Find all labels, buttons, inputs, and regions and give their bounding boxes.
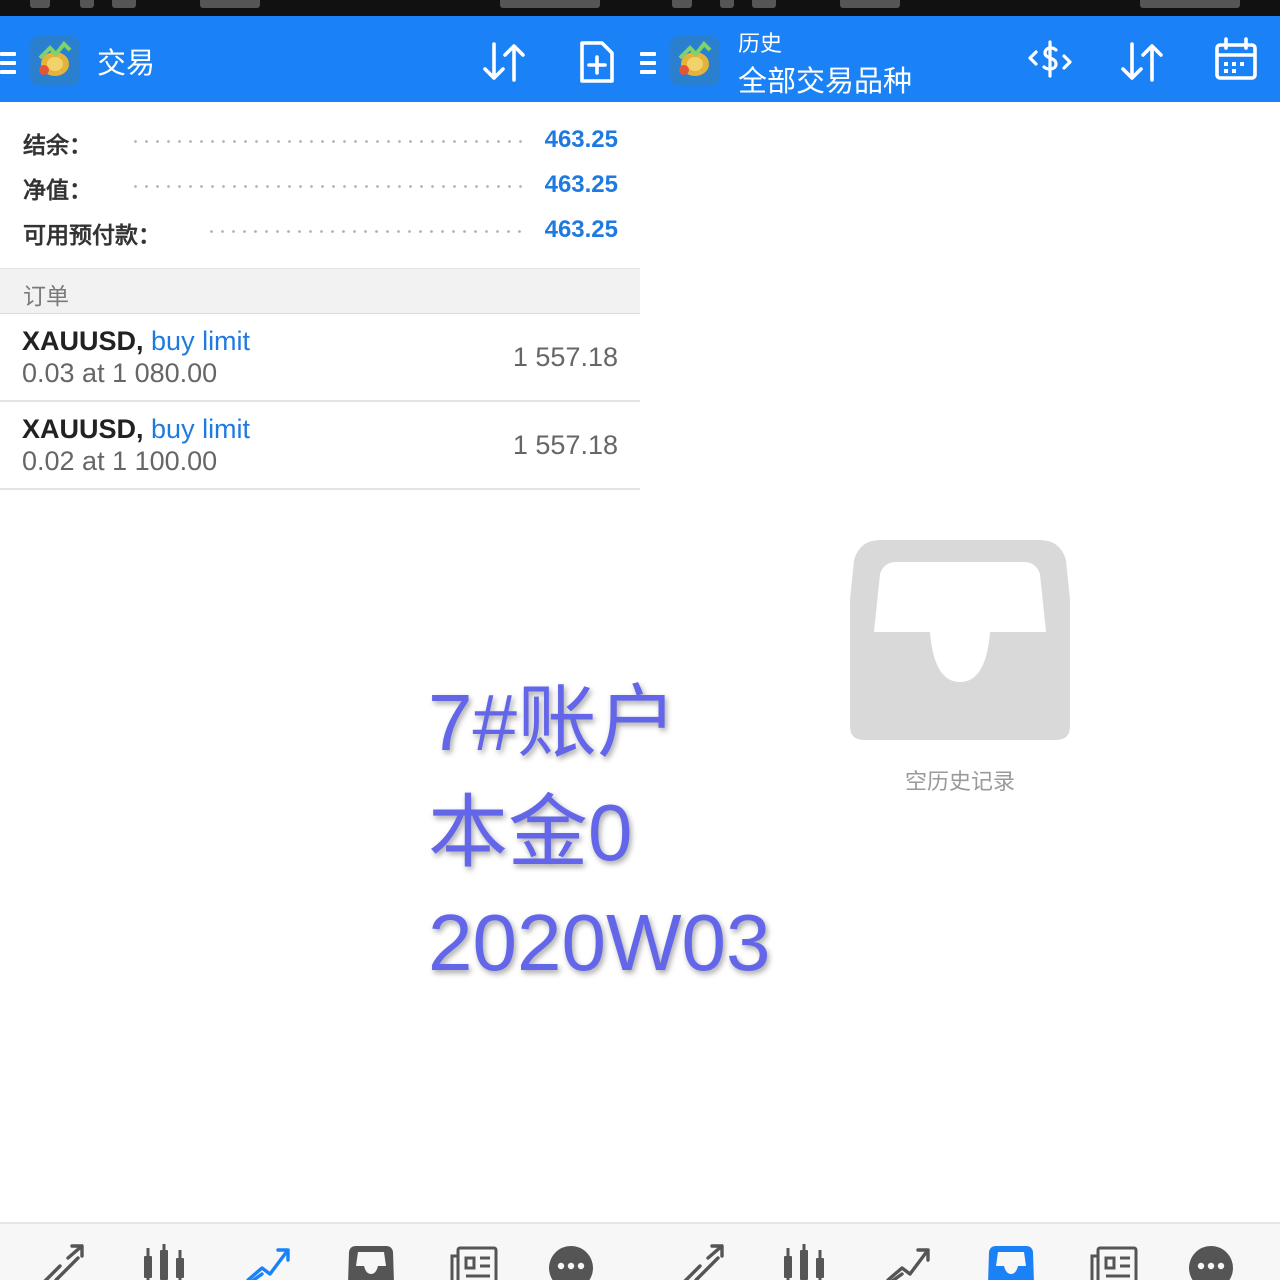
free-margin-row: 可用预付款： 463.25: [0, 210, 640, 250]
account-summary: 结余： 463.25 净值： 463.25 可用预付款： 463.25: [0, 102, 640, 268]
order-type: buy limit: [151, 414, 251, 444]
status-indicator: [840, 0, 900, 8]
bottom-navigation: [0, 1222, 1280, 1280]
status-indicator: [200, 0, 260, 8]
equity-value: 463.25: [544, 171, 618, 198]
overlay-principal-label: 本金0: [428, 788, 633, 877]
menu-icon[interactable]: [640, 52, 656, 78]
status-indicator: [752, 0, 776, 8]
metatrader-logo: [30, 36, 80, 86]
order-row[interactable]: XAUUSD, buy limit 0.03 at 1 080.00 1 557…: [0, 314, 640, 402]
order-details: 0.03 at 1 080.00: [22, 358, 218, 388]
watermark-overlay: 7#账户 本金0 2020W03: [428, 668, 848, 998]
history-icon[interactable]: [346, 1244, 396, 1280]
order-type: buy limit: [151, 326, 251, 356]
order-title: XAUUSD, buy limit: [22, 326, 250, 357]
order-symbol: XAUUSD,: [22, 326, 144, 356]
order-title: XAUUSD, buy limit: [22, 414, 250, 445]
sort-icon[interactable]: [478, 36, 530, 88]
free-margin-label: 可用预付款：: [23, 223, 161, 249]
page-title: 历史: [738, 32, 783, 57]
history-app-bar: 历史 全部交易品种: [640, 16, 1280, 102]
orders-header-label: 订单: [23, 284, 69, 310]
overlay-account-label: 7#账户: [428, 678, 677, 767]
dot-leader: [130, 140, 528, 143]
order-details: 0.02 at 1 100.00: [22, 446, 218, 476]
dot-leader: [206, 230, 528, 233]
sort-icon[interactable]: [1116, 36, 1168, 88]
chart-icon[interactable]: [780, 1244, 830, 1280]
trade-icon[interactable]: [244, 1244, 294, 1280]
news-icon[interactable]: [1090, 1244, 1140, 1280]
equity-row: 净值： 463.25: [0, 165, 640, 205]
status-indicator: [112, 0, 136, 8]
menu-icon[interactable]: [0, 52, 16, 78]
messages-icon[interactable]: [1186, 1244, 1236, 1280]
empty-history-label: 空历史记录: [904, 770, 1015, 795]
messages-icon[interactable]: [546, 1244, 596, 1280]
balance-value: 463.25: [544, 126, 618, 153]
metatrader-logo: [670, 36, 720, 86]
status-indicator: [80, 0, 94, 8]
dot-leader: [130, 185, 528, 188]
page-title: 交易: [97, 46, 156, 80]
trade-app-bar: 交易: [0, 16, 640, 102]
quotes-icon[interactable]: [38, 1244, 88, 1280]
empty-inbox-icon: [850, 540, 1070, 740]
trade-icon[interactable]: [884, 1244, 934, 1280]
balance-label: 结余：: [23, 133, 92, 159]
news-icon[interactable]: [450, 1244, 500, 1280]
equity-label: 净值：: [23, 178, 92, 204]
status-indicator: [30, 0, 50, 8]
history-icon[interactable]: [986, 1244, 1036, 1280]
order-current-price: 1 557.18: [512, 342, 618, 372]
chart-icon[interactable]: [140, 1244, 190, 1280]
status-indicator: [720, 0, 734, 8]
quotes-icon[interactable]: [678, 1244, 728, 1280]
overlay-week-label: 2020W03: [428, 898, 771, 987]
free-margin-value: 463.25: [544, 216, 618, 243]
calendar-icon[interactable]: [1210, 34, 1262, 86]
new-order-icon[interactable]: [570, 36, 622, 88]
order-current-price: 1 557.18: [512, 430, 618, 460]
order-symbol: XAUUSD,: [22, 414, 144, 444]
symbol-filter-label[interactable]: 全部交易品种: [738, 58, 912, 100]
status-bar: [0, 0, 1280, 16]
order-row[interactable]: XAUUSD, buy limit 0.02 at 1 100.00 1 557…: [0, 402, 640, 490]
currency-exchange-icon[interactable]: [1024, 34, 1076, 86]
balance-row: 结余： 463.25: [0, 120, 640, 160]
orders-section-header: 订单: [0, 268, 640, 314]
status-indicator: [1140, 0, 1240, 8]
status-indicator: [500, 0, 600, 8]
status-indicator: [672, 0, 692, 8]
